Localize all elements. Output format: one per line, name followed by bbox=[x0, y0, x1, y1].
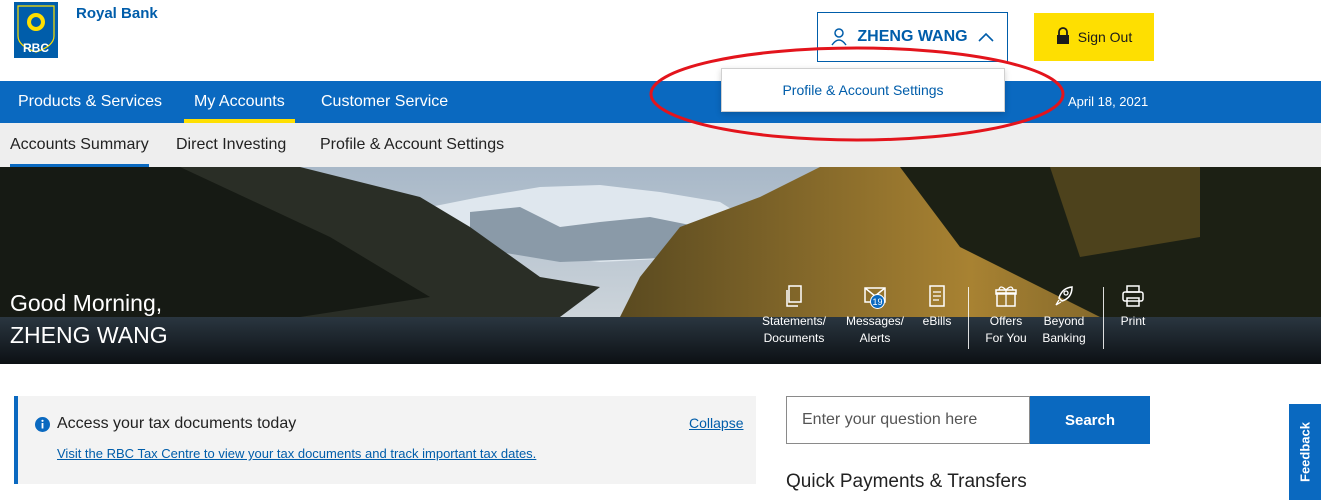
logo-text: RBC bbox=[23, 41, 49, 55]
quick-payments-heading: Quick Payments & Transfers bbox=[786, 471, 1027, 492]
document-icon bbox=[757, 285, 831, 313]
search-button[interactable]: Search bbox=[1030, 396, 1150, 444]
user-name: ZHENG WANG bbox=[857, 28, 968, 45]
sign-out-button[interactable]: Sign Out bbox=[1034, 13, 1154, 61]
messages-label-2: Alerts bbox=[859, 331, 891, 345]
beyond-banking-button[interactable]: Beyond Banking bbox=[1036, 285, 1092, 347]
subnav-profile-settings[interactable]: Profile & Account Settings bbox=[320, 123, 504, 167]
primary-nav: Products & Services My Accounts Customer… bbox=[0, 81, 1321, 123]
ebills-label: eBills bbox=[922, 314, 952, 328]
info-icon bbox=[35, 417, 50, 437]
rocket-icon bbox=[1036, 285, 1092, 313]
secondary-nav: Accounts Summary Direct Investing Profil… bbox=[0, 123, 1321, 167]
actions-divider-1 bbox=[968, 287, 969, 349]
beyond-label-1: Beyond bbox=[1043, 314, 1085, 328]
offers-label-1: Offers bbox=[989, 314, 1023, 328]
greeting: Good Morning, ZHENG WANG bbox=[10, 287, 168, 351]
nav-my-accounts[interactable]: My Accounts bbox=[184, 81, 295, 123]
tax-centre-link[interactable]: Visit the RBC Tax Centre to view your ta… bbox=[57, 446, 536, 461]
search-input[interactable] bbox=[786, 396, 1030, 444]
print-label: Print bbox=[1120, 314, 1146, 328]
user-icon bbox=[831, 28, 848, 46]
statements-label-1: Statements/ bbox=[761, 314, 827, 328]
subnav-direct-investing[interactable]: Direct Investing bbox=[176, 123, 286, 167]
gift-icon bbox=[978, 285, 1034, 313]
greeting-name: ZHENG WANG bbox=[10, 322, 168, 348]
offers-for-you-button[interactable]: Offers For You bbox=[978, 285, 1034, 347]
user-menu-button[interactable]: ZHENG WANG bbox=[817, 12, 1008, 62]
rbc-logo[interactable]: RBC bbox=[14, 2, 58, 58]
subnav-accounts-summary[interactable]: Accounts Summary bbox=[10, 123, 149, 167]
statements-documents-button[interactable]: Statements/ Documents bbox=[757, 285, 831, 347]
nav-customer-service[interactable]: Customer Service bbox=[321, 81, 448, 123]
print-button[interactable]: Print bbox=[1114, 285, 1152, 330]
statements-label-2: Documents bbox=[763, 331, 825, 345]
user-dropdown-profile-settings[interactable]: Profile & Account Settings bbox=[721, 68, 1005, 112]
bill-icon bbox=[916, 285, 958, 313]
beyond-label-2: Banking bbox=[1042, 331, 1086, 345]
tax-card-title: Access your tax documents today bbox=[57, 415, 297, 432]
feedback-tab[interactable]: Feedback bbox=[1289, 404, 1321, 500]
feedback-label: Feedback bbox=[1297, 422, 1313, 482]
chevron-up-icon bbox=[978, 32, 994, 42]
mountain-lake-image bbox=[0, 167, 1321, 364]
greeting-line1: Good Morning, bbox=[10, 290, 163, 316]
tax-documents-card: Access your tax documents today Collapse… bbox=[14, 396, 756, 484]
actions-divider-2 bbox=[1103, 287, 1104, 349]
offers-label-2: For You bbox=[985, 331, 1027, 345]
brand-name: Royal Bank bbox=[76, 5, 158, 22]
current-date: April 18, 2021 bbox=[1068, 94, 1149, 109]
sign-out-label: Sign Out bbox=[1077, 29, 1133, 45]
printer-icon bbox=[1114, 285, 1152, 313]
collapse-link[interactable]: Collapse bbox=[689, 415, 743, 431]
lock-icon bbox=[1056, 27, 1070, 47]
ebills-button[interactable]: eBills bbox=[916, 285, 958, 330]
hero-banner: Good Morning, ZHENG WANG Statements/ Doc… bbox=[0, 167, 1321, 364]
messages-label-1: Messages/ bbox=[845, 314, 905, 328]
messages-count-badge: 19 bbox=[870, 294, 885, 309]
nav-products-services[interactable]: Products & Services bbox=[18, 81, 162, 123]
